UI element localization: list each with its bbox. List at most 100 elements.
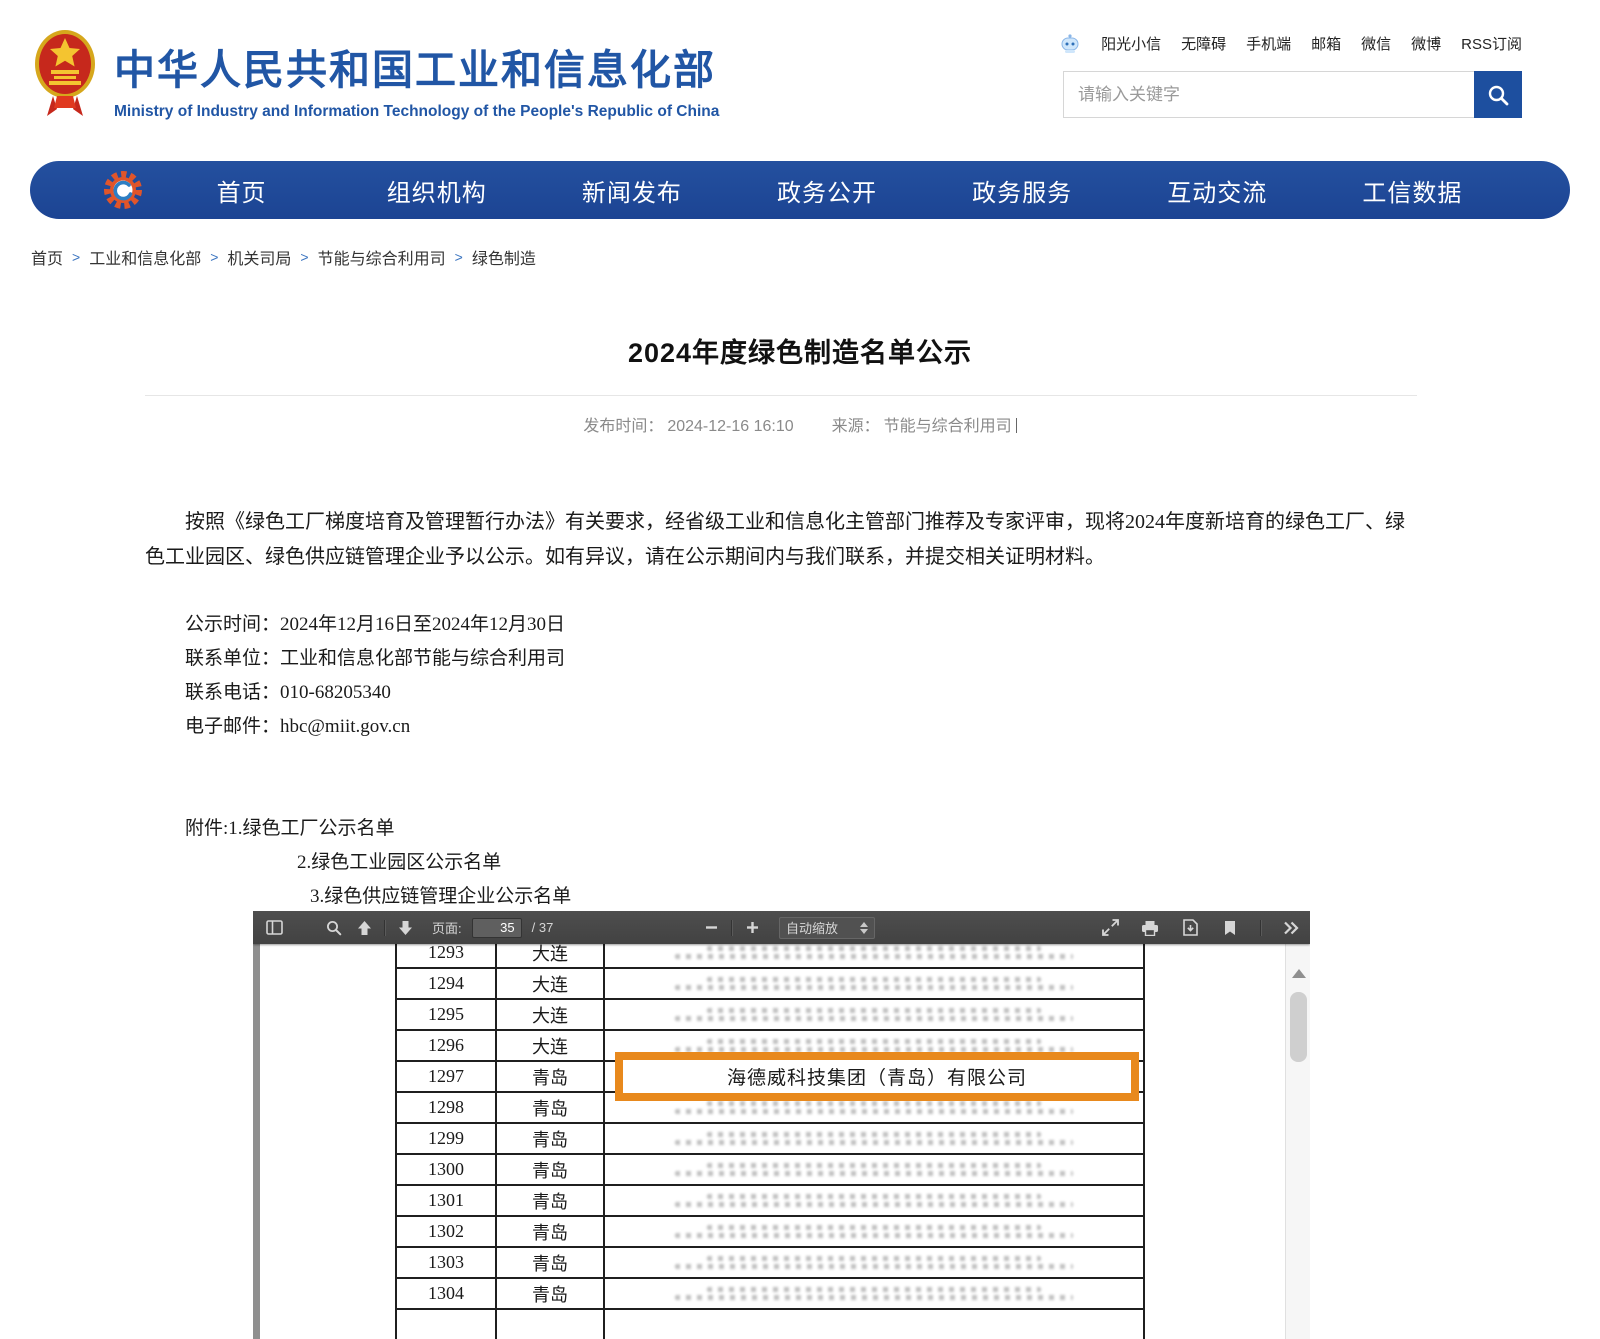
nav-item-3[interactable]: 新闻发布 — [534, 173, 729, 208]
breadcrumb-separator: > — [455, 249, 463, 265]
row-number-cell: 1295 — [397, 1000, 497, 1029]
breadcrumb: 首页>工业和信息化部>机关司局>节能与综合利用司>绿色制造 — [31, 245, 536, 269]
nav-item-6[interactable]: 互动交流 — [1120, 173, 1315, 208]
breadcrumb-separator: > — [210, 249, 218, 265]
blurred-company-text — [675, 1109, 1073, 1114]
city-cell: 青岛 — [497, 1062, 605, 1091]
breadcrumb-item-2[interactable]: 工业和信息化部 — [89, 245, 201, 269]
site-title-chinese: 中华人民共和国工业和信息化部 — [114, 36, 719, 96]
utility-link-5[interactable]: 微信 — [1361, 33, 1391, 54]
utility-links-bar: 阳光小信无障碍手机端邮箱微信微博 RSS订阅 — [1059, 32, 1522, 54]
presentation-mode-icon[interactable] — [1097, 916, 1123, 940]
table-row: 1300青岛 — [397, 1155, 1143, 1186]
site-search — [1063, 71, 1522, 118]
attachment-link-1[interactable]: 1.绿色工厂公示名单 — [228, 818, 394, 839]
download-icon[interactable] — [1177, 916, 1203, 940]
row-number-cell: 1302 — [397, 1217, 497, 1246]
blurred-company-text — [707, 1101, 1041, 1106]
search-button[interactable] — [1474, 71, 1522, 118]
breadcrumb-item-5[interactable]: 绿色制造 — [472, 245, 536, 269]
row-number-cell — [397, 1310, 497, 1339]
blurred-company-text — [675, 985, 1073, 990]
scroll-up-arrow-icon[interactable] — [1292, 969, 1306, 978]
nav-items: 首页组织机构新闻发布政务公开政务服务互动交流工信数据 — [144, 173, 1510, 208]
breadcrumb-item-4[interactable]: 节能与综合利用司 — [318, 245, 446, 269]
previous-page-icon[interactable] — [351, 916, 377, 940]
site-title-english: Ministry of Industry and Information Tec… — [114, 103, 719, 121]
row-number-cell: 1299 — [397, 1124, 497, 1153]
toolbar-separator — [1260, 920, 1261, 936]
city-cell: 青岛 — [497, 1217, 605, 1246]
attachment-link-2[interactable]: 2.绿色工业园区公示名单 — [297, 852, 501, 873]
utility-link-1[interactable]: 阳光小信 — [1101, 33, 1161, 54]
title-divider — [145, 395, 1417, 396]
search-input[interactable] — [1064, 72, 1474, 117]
table-row: 1304青岛 — [397, 1279, 1143, 1310]
nav-item-1[interactable]: 首页 — [144, 173, 339, 208]
blurred-company-text — [707, 977, 1041, 982]
source-value: 节能与综合利用司 — [884, 418, 1012, 435]
zoom-out-icon[interactable] — [698, 916, 724, 940]
next-page-icon[interactable] — [392, 916, 418, 940]
city-cell: 大连 — [497, 969, 605, 998]
print-icon[interactable] — [1137, 916, 1163, 940]
nav-item-4[interactable]: 政务公开 — [729, 173, 924, 208]
breadcrumb-item-3[interactable]: 机关司局 — [227, 245, 291, 269]
pdf-page: 1293大连1294大连1295大连1296大连1297青岛海德威科技集团（青岛… — [260, 944, 1285, 1339]
company-cell — [605, 1310, 1143, 1339]
row-number-cell: 1296 — [397, 1031, 497, 1060]
blurred-company-text — [675, 1140, 1073, 1145]
zoom-level-select[interactable]: 自动缩放 — [779, 917, 875, 939]
company-cell — [605, 1186, 1143, 1215]
bookmark-current-view-icon[interactable] — [1217, 916, 1243, 940]
utility-link-6[interactable]: 微博 — [1411, 33, 1441, 54]
sidebar-toggle-icon[interactable] — [261, 916, 287, 940]
row-number-cell: 1301 — [397, 1186, 497, 1215]
attachments-block: 附件:1.绿色工厂公示名单2.绿色工业园区公示名单3.绿色供应链管理企业公示名单 — [185, 812, 571, 914]
company-cell — [605, 1217, 1143, 1246]
row-number-cell: 1294 — [397, 969, 497, 998]
blurred-company-text — [707, 1225, 1041, 1230]
city-cell: 大连 — [497, 1000, 605, 1029]
company-cell — [605, 1124, 1143, 1153]
page-number-label: 页面: — [432, 918, 462, 937]
article-body: 按照《绿色工厂梯度培育及管理暂行办法》有关要求，经省级工业和信息化主管部门推荐及… — [145, 505, 1407, 575]
company-cell — [605, 969, 1143, 998]
utility-link-7[interactable]: RSS订阅 — [1461, 33, 1522, 54]
table-row: 1301青岛 — [397, 1186, 1143, 1217]
scrollbar-thumb[interactable] — [1290, 992, 1307, 1062]
pdf-toolbar: 页面: / 37 自动缩放 — [253, 911, 1310, 944]
breadcrumb-item-1[interactable]: 首页 — [31, 245, 63, 269]
more-tools-chevron-icon[interactable] — [1278, 916, 1304, 940]
source-label: 来源： — [832, 418, 880, 435]
company-cell — [605, 1279, 1143, 1308]
pdf-scrollbar[interactable] — [1285, 944, 1310, 1339]
utility-link-3[interactable]: 手机端 — [1246, 33, 1291, 54]
blurred-company-text — [675, 1233, 1073, 1238]
find-in-document-icon[interactable] — [321, 916, 347, 940]
page-number-input[interactable] — [472, 918, 522, 938]
nav-item-2[interactable]: 组织机构 — [339, 173, 534, 208]
table-row: 1297青岛海德威科技集团（青岛）有限公司 — [397, 1062, 1143, 1093]
blurred-company-text — [675, 1264, 1073, 1269]
attachment-link-3[interactable]: 3.绿色供应链管理企业公示名单 — [310, 886, 571, 907]
select-caret-icon — [860, 922, 868, 934]
page-title: 2024年度绿色制造名单公示 — [0, 331, 1600, 370]
contact-line-4: 电子邮件：hbc@miit.gov.cn — [185, 710, 565, 744]
zoom-in-icon[interactable] — [739, 916, 765, 940]
national-emblem-logo — [33, 26, 97, 118]
nav-item-5[interactable]: 政务服务 — [925, 173, 1120, 208]
pdf-page-area: 1293大连1294大连1295大连1296大连1297青岛海德威科技集团（青岛… — [253, 944, 1310, 1339]
article-meta: 发布时间：2024-12-16 16:10来源：节能与综合利用司 — [0, 412, 1600, 436]
site-title-block: 中华人民共和国工业和信息化部 Ministry of Industry and … — [114, 36, 719, 121]
utility-link-4[interactable]: 邮箱 — [1311, 33, 1341, 54]
utility-link-2[interactable]: 无障碍 — [1181, 33, 1226, 54]
city-cell: 青岛 — [497, 1279, 605, 1308]
city-cell — [497, 1310, 605, 1339]
blurred-company-text — [675, 1171, 1073, 1176]
zoom-level-value: 自动缩放 — [786, 918, 838, 937]
announcement-paragraph: 按照《绿色工厂梯度培育及管理暂行办法》有关要求，经省级工业和信息化主管部门推荐及… — [145, 505, 1407, 575]
contact-line-3: 联系电话：010-68205340 — [185, 676, 565, 710]
green-factory-table: 1293大连1294大连1295大连1296大连1297青岛海德威科技集团（青岛… — [395, 938, 1145, 1339]
nav-item-7[interactable]: 工信数据 — [1315, 173, 1510, 208]
